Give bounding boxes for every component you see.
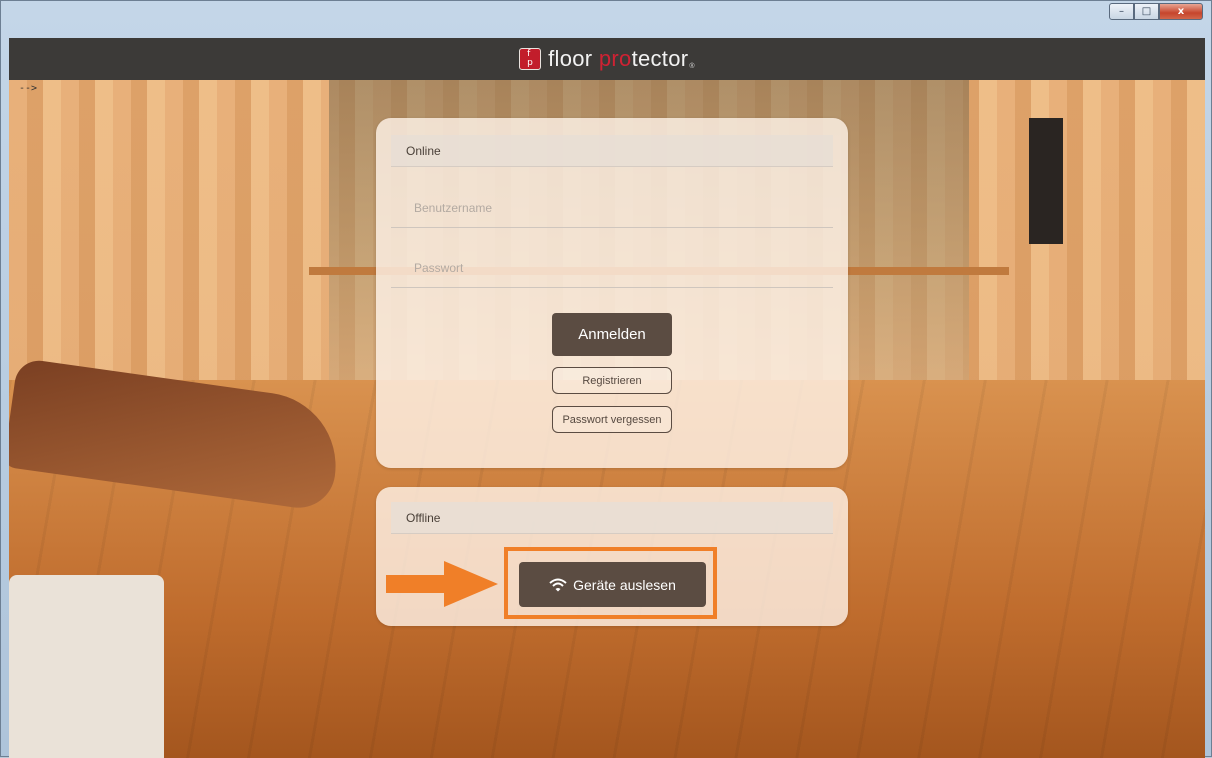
username-input[interactable]: [391, 188, 833, 228]
logo-icon-p: p: [527, 58, 533, 68]
logo-text-floor: floor: [548, 46, 599, 71]
background-tv: [1029, 118, 1063, 244]
maximize-button[interactable]: □: [1134, 3, 1159, 20]
app-header: f p floor protector®: [9, 38, 1205, 80]
logo-text-tector: tector: [631, 46, 689, 71]
password-input[interactable]: [391, 248, 833, 288]
close-button[interactable]: x: [1159, 3, 1203, 20]
logo-text-pro: pro: [598, 46, 632, 71]
online-section-title: Online: [391, 135, 833, 167]
register-button[interactable]: Registrieren: [552, 367, 672, 394]
app-client-area: f p floor protector® --> Online Anmelden…: [9, 38, 1205, 758]
orange-arrow-icon: [386, 561, 498, 607]
minimize-button[interactable]: –: [1109, 3, 1134, 20]
offline-section-title: Offline: [391, 502, 833, 534]
highlight-box: [504, 547, 717, 619]
logo-icon: f p: [519, 48, 542, 70]
stray-comment-text: -->: [19, 83, 38, 94]
forgot-password-button[interactable]: Passwort vergessen: [552, 406, 672, 433]
window-controls: – □ x: [1109, 3, 1203, 20]
login-button[interactable]: Anmelden: [552, 313, 672, 356]
background-cushion: [9, 575, 164, 758]
window-frame: – □ x f p floor protector® --> Online Be…: [0, 0, 1212, 758]
online-login-panel: Online Anmelden Registrieren Passwort ve…: [376, 118, 848, 468]
app-logo-text: floor protector®: [548, 46, 695, 72]
logo-registered-mark: ®: [689, 63, 695, 70]
